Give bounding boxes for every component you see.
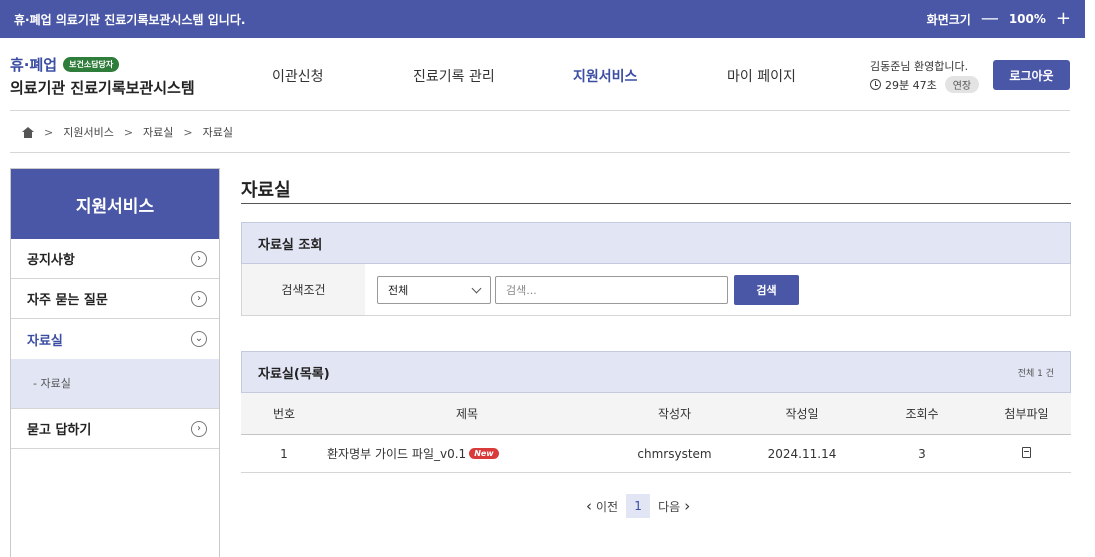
breadcrumb-separator-icon: > [44,125,54,139]
nav-my-page[interactable]: 마이 페이지 [727,66,796,86]
system-name: 의료기관 진료기록보관시스템 [10,79,195,97]
sidebar-item-notice[interactable]: 공지사항 › [11,239,219,279]
zoom-out-button[interactable]: — [981,10,999,28]
clock-icon [870,79,881,90]
chevron-right-icon: › [191,420,207,437]
breadcrumb-item-current: 자료실 [202,126,234,139]
new-badge: New [469,448,499,459]
sidebar-item-qna[interactable]: 묻고 답하기 › [11,409,219,449]
file-icon[interactable] [1022,446,1031,458]
session-timer: 29분 47초 연장 [870,76,980,93]
top-notice-bar: 휴·폐업 의료기관 진료기록보관시스템 입니다. 화면크기 — 100% + [0,0,1085,38]
user-info: 김동준님 환영합니다. 29분 47초 연장 [870,58,980,93]
archive-table: 번호 제목 작성자 작성일 조회수 첨부파일 1 환자명부 가이드 파일_v0.… [241,393,1071,473]
list-panel-header: 자료실(목록) 전체 1 건 [241,351,1071,393]
session-time: 29분 47초 [885,78,937,92]
sidebar-item-label: 묻고 답하기 [27,423,92,438]
search-condition-label: 검색조건 [242,264,365,315]
search-panel-header: 자료실 조회 [241,222,1071,264]
sidebar-subitem-archive[interactable]: - 자료실 [11,359,219,409]
site-header: 휴·폐업 보건소담당자 의료기관 진료기록보관시스템 이관신청 진료기록 관리 … [0,38,1085,110]
zoom-control: 화면크기 — 100% + [927,10,1071,28]
sidebar-item-label: 자료실 [27,333,63,349]
column-header: 조회수 [905,407,939,421]
prev-label: 이전 [596,499,619,514]
post-title-link[interactable]: 환자명부 가이드 파일_v0.1 New [327,445,607,462]
row-number: 1 [280,446,288,461]
breadcrumb-separator-icon: > [123,125,134,139]
page-title: 자료실 [241,180,291,201]
search-form: 검색조건 전체 검색 [241,264,1071,316]
next-label: 다음 [658,499,681,514]
chevron-right-icon: › [191,250,207,267]
chevron-right-icon: › [684,497,691,515]
column-header: 제목 [455,407,479,421]
post-views: 3 [918,446,926,461]
logout-button[interactable]: 로그아웃 [993,60,1070,90]
zoom-value: 100% [1008,12,1046,26]
nav-record-management[interactable]: 진료기록 관리 [413,66,495,86]
chevron-down-icon [471,283,482,293]
table-header-row: 번호 제목 작성자 작성일 조회수 첨부파일 [241,393,1071,435]
search-panel-title: 자료실 조회 [258,237,323,253]
post-author: chmrsystem [637,446,712,461]
sidebar-item-archive[interactable]: 자료실 ⌄ [11,319,219,359]
attachment-cell [982,446,1071,461]
prev-page-button[interactable]: ‹ 이전 [586,497,618,515]
system-notice: 휴·폐업 의료기관 진료기록보관시스템 입니다. [14,12,246,27]
sidebar-item-label: 공지사항 [27,253,75,268]
sidebar: 지원서비스 공지사항 › 자주 묻는 질문 › 자료실 ⌄ - 자료실 묻고 답… [10,168,220,557]
sidebar-item-label: 자주 묻는 질문 [27,293,108,308]
breadcrumb-item[interactable]: 지원서비스 [63,124,114,140]
column-header: 첨부파일 [1004,407,1049,421]
sidebar-title: 지원서비스 [11,169,219,239]
sidebar-item-faq[interactable]: 자주 묻는 질문 › [11,279,219,319]
chevron-right-icon: › [191,290,207,307]
zoom-in-button[interactable]: + [1056,10,1071,28]
column-header: 작성자 [657,407,692,421]
chevron-down-icon: ⌄ [191,331,207,347]
breadcrumb: > 지원서비스 > 자료실 > 자료실 [22,124,233,140]
extend-session-button[interactable]: 연장 [944,76,980,93]
brand-text: 휴·폐업 [10,56,58,74]
table-row[interactable]: 1 환자명부 가이드 파일_v0.1 New chmrsystem 2024.1… [241,435,1071,473]
nav-support-service[interactable]: 지원서비스 [573,66,637,86]
site-logo[interactable]: 휴·폐업 보건소담당자 의료기관 진료기록보관시스템 [10,54,195,98]
page-edge [1085,0,1095,557]
next-page-button[interactable]: 다음 › [658,497,690,515]
search-button[interactable]: 검색 [734,275,799,305]
list-panel-title: 자료실(목록) [258,366,330,382]
column-header: 작성일 [785,407,819,421]
search-input[interactable] [495,276,728,304]
welcome-text: 김동준님 환영합니다. [870,60,969,73]
select-value: 전체 [388,284,409,297]
pagination: ‹ 이전 1 다음 › [586,494,690,518]
breadcrumb-divider [10,152,1070,153]
search-type-select[interactable]: 전체 [377,276,491,304]
home-icon[interactable] [22,126,34,138]
zoom-label: 화면크기 [926,12,971,27]
chevron-left-icon: ‹ [586,497,592,515]
post-date: 2024.11.14 [767,446,837,461]
header-divider [10,110,1070,111]
breadcrumb-separator-icon: > [183,125,193,139]
page-number-current[interactable]: 1 [626,494,651,518]
post-title: 환자명부 가이드 파일_v0.1 [327,447,467,461]
column-header: 번호 [272,407,296,421]
total-count: 전체 1 건 [1017,368,1054,379]
nav-transfer-request[interactable]: 이관신청 [272,66,324,86]
title-divider [241,203,1071,204]
breadcrumb-item[interactable]: 자료실 [143,124,173,140]
role-badge: 보건소담당자 [63,57,120,72]
